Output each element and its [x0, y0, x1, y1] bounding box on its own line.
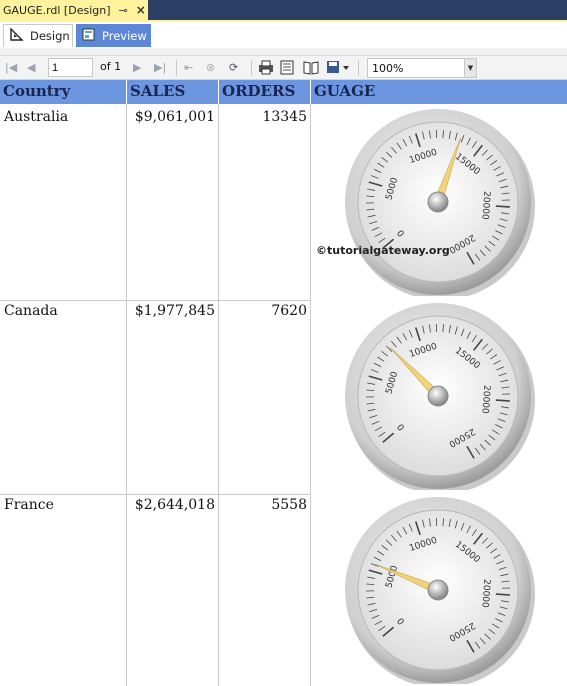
toolbar-separator	[251, 60, 252, 76]
cell-sales: $9,061,001	[134, 109, 215, 125]
cell-sales: $1,977,845	[134, 303, 215, 319]
gauge-tick	[495, 399, 510, 402]
gauge-scale-label: 20000	[479, 385, 491, 415]
design-icon	[10, 27, 24, 44]
stop-icon[interactable]: ⊗	[206, 60, 215, 76]
page-number-input[interactable]	[48, 58, 93, 77]
close-icon[interactable]: ×	[136, 3, 146, 17]
toolbar-separator	[176, 60, 177, 76]
report-body: Country SALES ORDERS GUAGE Australia $9,…	[0, 80, 567, 686]
gauge-needle-cap	[427, 385, 449, 407]
document-tab-strip: GAUGE.rdl [Design] ⊸ ×	[0, 0, 567, 20]
row-divider	[0, 300, 311, 301]
cell-country: France	[4, 497, 54, 513]
print-icon[interactable]	[258, 60, 274, 80]
gauge-scale-label: 20000	[479, 191, 491, 221]
column-divider	[126, 104, 127, 686]
export-icon[interactable]	[326, 60, 350, 80]
report-designer-window: GAUGE.rdl [Design] ⊸ × Design Preview |◀…	[0, 0, 567, 686]
radial-gauge: 0500010000 150002000020000	[345, 109, 535, 296]
row-divider	[0, 494, 311, 495]
cell-orders: 13345	[262, 109, 307, 125]
header-gauge: GUAGE	[311, 80, 567, 104]
refresh-icon[interactable]: ⟳	[229, 60, 238, 76]
radial-gauge: 0500010000 150002000025000	[345, 497, 535, 684]
first-page-icon[interactable]: |◀	[5, 60, 17, 76]
document-tab[interactable]: GAUGE.rdl [Design] ⊸ ×	[0, 0, 148, 20]
back-icon[interactable]: ⇤	[184, 60, 193, 76]
gauge-needle-cap	[427, 191, 449, 213]
gauge-tick	[495, 205, 510, 208]
column-divider	[218, 104, 219, 686]
preview-icon	[82, 28, 96, 44]
cell-orders: 5558	[271, 497, 307, 513]
cell-orders: 7620	[271, 303, 307, 319]
cell-country: Australia	[4, 109, 69, 125]
header-sales: SALES	[127, 80, 218, 104]
header-orders: ORDERS	[219, 80, 310, 104]
tab-design[interactable]: Design	[3, 24, 73, 47]
gauge-needle-cap	[427, 579, 449, 601]
tab-design-label: Design	[30, 29, 70, 43]
column-divider	[310, 104, 311, 686]
cell-country: Canada	[4, 303, 58, 319]
gauge-tick	[495, 593, 510, 596]
page-setup-icon[interactable]	[303, 60, 319, 80]
watermark: ©tutorialgateway.org	[316, 244, 450, 257]
pin-icon[interactable]: ⊸	[119, 4, 128, 17]
mode-tab-separator	[0, 48, 567, 56]
cell-sales: $2,644,018	[134, 497, 215, 513]
print-layout-icon[interactable]	[280, 60, 295, 80]
previous-page-icon[interactable]: ◀	[27, 60, 35, 76]
zoom-select[interactable]: 100% ▼	[367, 58, 477, 78]
gauge-scale-label: 20000	[479, 579, 491, 609]
radial-gauge: 0500010000 150002000025000	[345, 303, 535, 490]
chevron-down-icon[interactable]: ▼	[464, 59, 476, 77]
next-page-icon[interactable]: ▶	[133, 60, 141, 76]
tab-preview[interactable]: Preview	[76, 24, 151, 47]
mode-tab-bar: Design Preview	[0, 22, 567, 48]
last-page-icon[interactable]: ▶|	[154, 60, 166, 76]
toolbar-separator	[358, 60, 359, 76]
report-viewer-toolbar: |◀ ◀ of 1 ▶ ▶| ⇤ ⊗ ⟳ 100% ▼	[0, 56, 567, 80]
document-tab-title: GAUGE.rdl [Design]	[3, 3, 111, 17]
zoom-value: 100%	[372, 62, 404, 75]
tab-preview-label: Preview	[102, 28, 147, 43]
page-count-label: of 1	[100, 60, 122, 73]
header-country: Country	[0, 80, 126, 104]
